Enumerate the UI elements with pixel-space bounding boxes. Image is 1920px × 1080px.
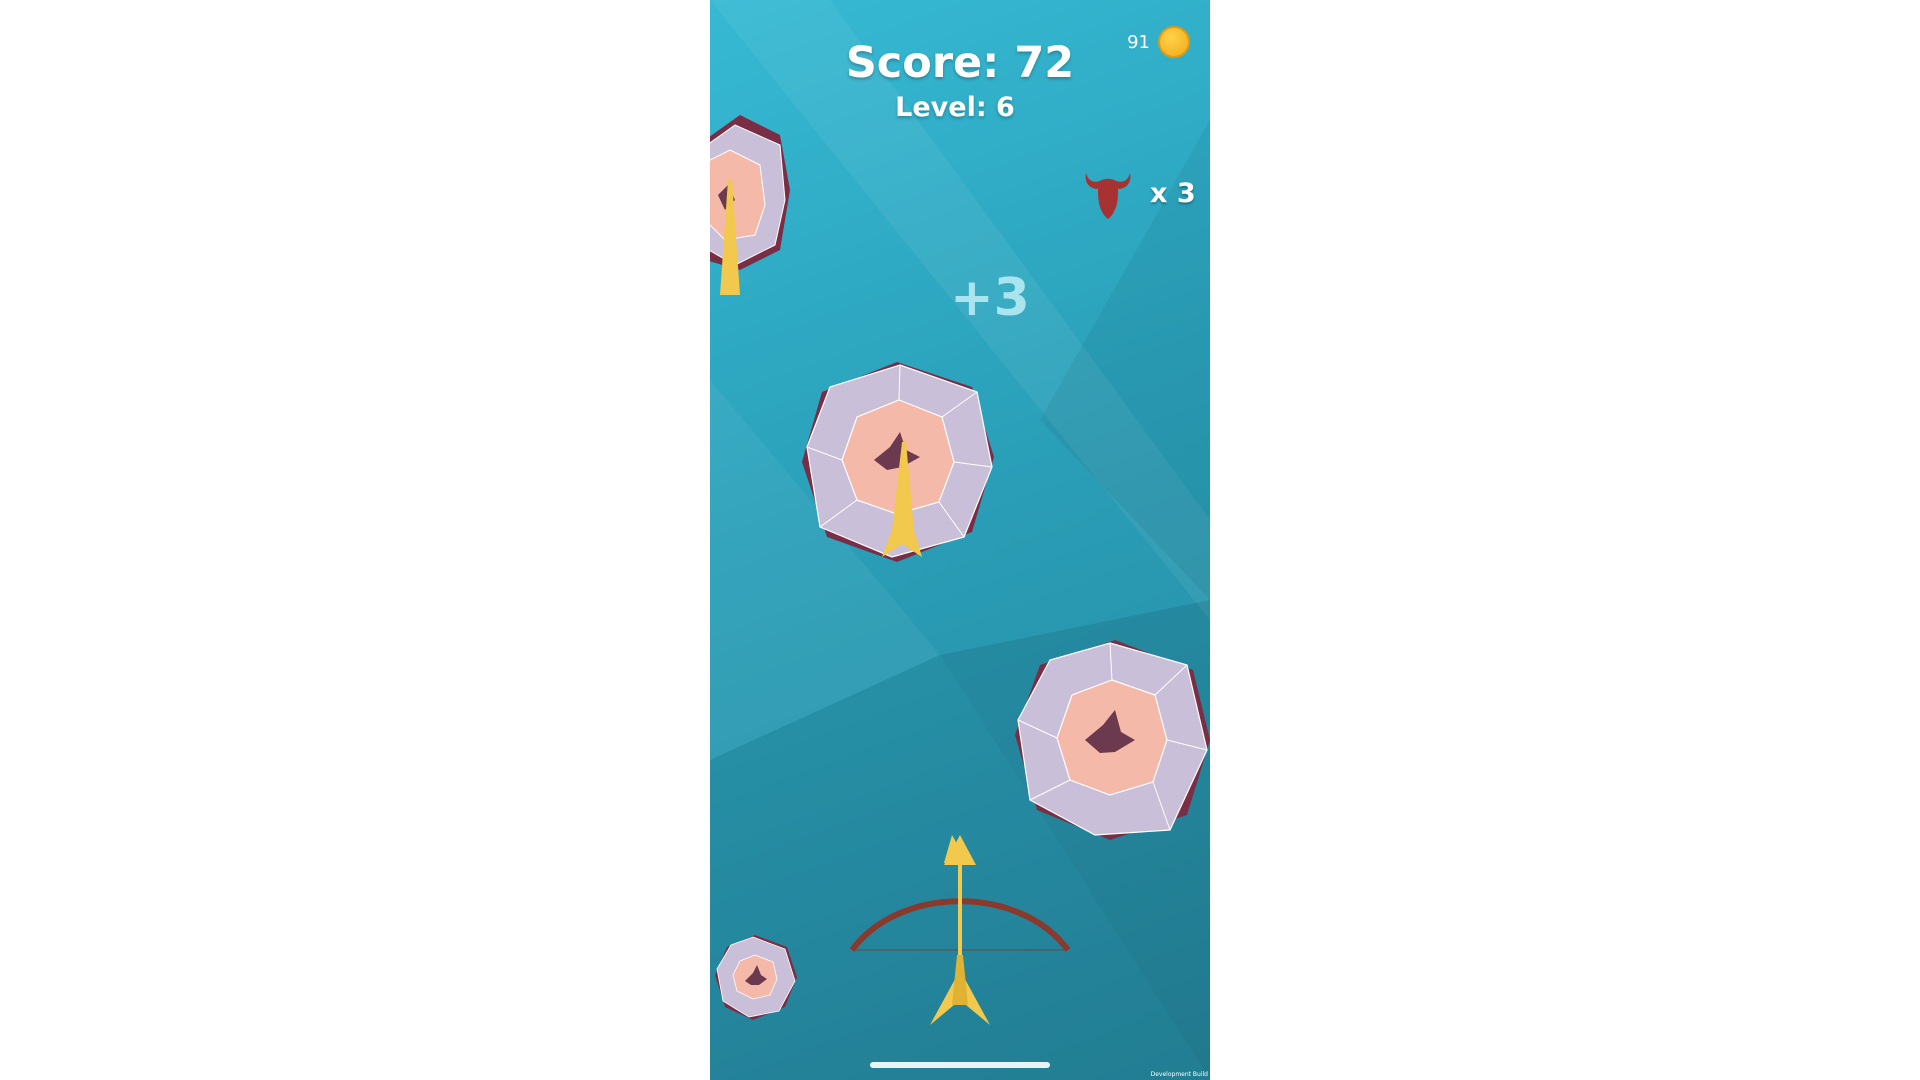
target-small-bottomleft[interactable] [715, 935, 797, 1020]
level-label: Level: 6 [895, 92, 1015, 123]
game-screen[interactable]: Score: 72 Level: 6 91 x 3 +3 Development… [710, 0, 1210, 1080]
bull-head-icon [1085, 173, 1131, 219]
target-topleft[interactable] [710, 110, 810, 310]
coin-count: 91 [1127, 31, 1150, 53]
target-right[interactable] [1015, 640, 1210, 840]
bonus-popup: +3 [950, 268, 1030, 328]
bow-icon[interactable] [840, 835, 1080, 1035]
target-middle[interactable] [802, 362, 997, 562]
dev-build-label: Development Build [1150, 1071, 1208, 1078]
coin-counter: 91 [1127, 24, 1190, 60]
lives-counter: x 3 [1080, 165, 1196, 221]
home-indicator[interactable] [870, 1062, 1050, 1068]
lives-count: x 3 [1150, 177, 1196, 209]
coin-icon [1158, 26, 1190, 58]
